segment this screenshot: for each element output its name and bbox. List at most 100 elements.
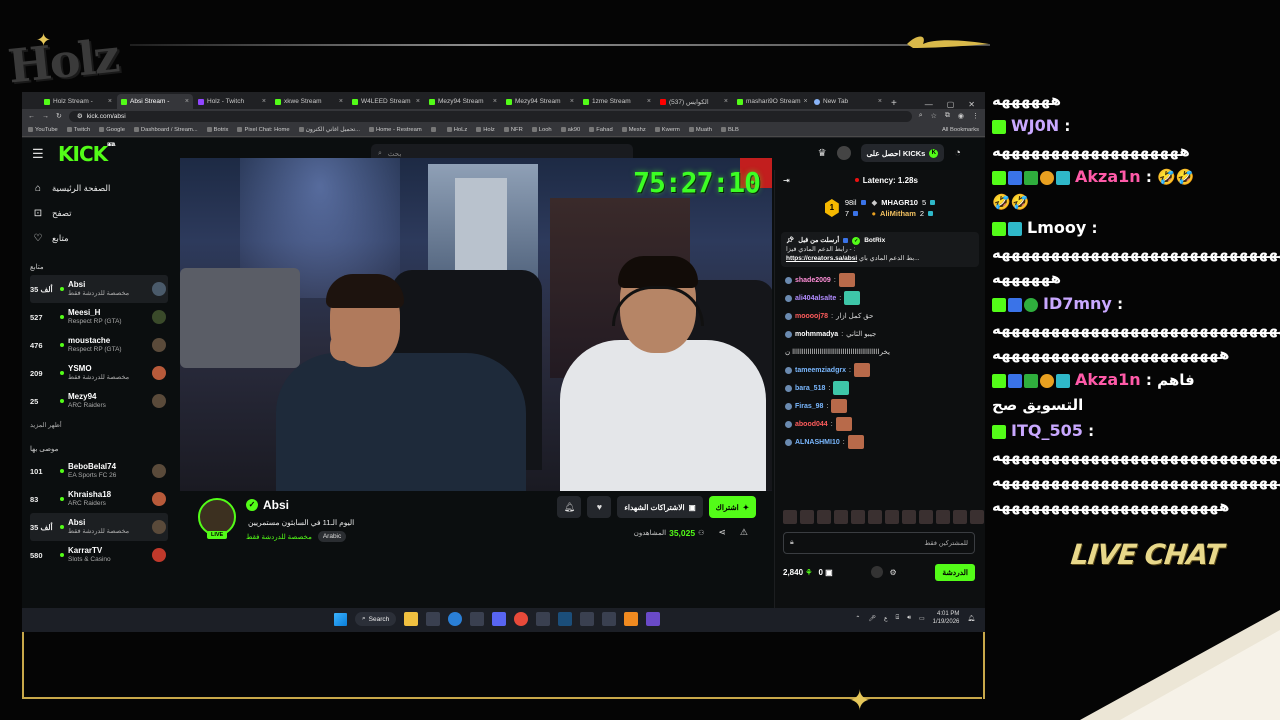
app-icon[interactable] (602, 612, 617, 626)
sidebar-channel[interactable]: 527 Meesi_H Respect RP (GTA) (30, 303, 168, 331)
browser-tab[interactable]: mashari9O Stream × (733, 94, 809, 109)
bookmark-item[interactable]: Botrix (206, 127, 228, 133)
close-tab-icon[interactable]: × (878, 98, 882, 105)
leaderboard-user[interactable]: AliMitham (880, 208, 916, 219)
pinned-user[interactable]: BotRix (864, 236, 885, 245)
app-icon[interactable] (470, 612, 485, 626)
close-tab-icon[interactable]: × (185, 98, 189, 105)
emote-button[interactable] (953, 510, 967, 524)
bookmark-item[interactable]: Kwerm (654, 127, 680, 133)
keyboard-lang[interactable]: ع (884, 615, 888, 622)
show-more-link[interactable]: أظهر المزيد (30, 421, 168, 433)
sidebar-channel[interactable]: 25 Mezy94 ARC Raiders (30, 387, 168, 415)
chat-username[interactable]: mohmmadya (795, 331, 838, 338)
bookmark-item[interactable]: Meshz (621, 127, 646, 133)
gift-subs-button[interactable]: الاشتراكات الشهداء ▣ (617, 496, 703, 518)
browser-tab[interactable]: Absi Stream - × (117, 94, 193, 109)
battery-icon[interactable]: ▭ (919, 615, 925, 622)
volume-icon[interactable]: 🔊︎ (907, 615, 911, 622)
sidebar-nav-item[interactable]: ⌂ الصفحة الرئيسية (30, 176, 168, 201)
sidebar-channel[interactable]: 209 YSMO مخصصة للدردشة فقط (30, 359, 168, 387)
forward-icon[interactable]: → (42, 113, 49, 120)
emote-button[interactable] (868, 510, 882, 524)
sidebar-channel[interactable]: 35 ألف Absi مخصصة للدردشة فقط (30, 275, 168, 303)
notification-icon[interactable]: 🔔︎ (967, 615, 975, 622)
pinned-message[interactable]: 📌︎ أرسلت من قبل ✓ BotRix رابط الدعم الما… (781, 232, 979, 268)
chat-username[interactable]: abood044 (795, 421, 828, 428)
minimize-icon[interactable]: — (925, 100, 933, 109)
leaderboard-user[interactable]: MHAGR10 (881, 197, 918, 208)
emote-button[interactable] (817, 510, 831, 524)
close-tab-icon[interactable]: × (493, 98, 497, 105)
zoom-icon[interactable]: ⌕ (919, 112, 923, 120)
user-avatar[interactable] (871, 566, 884, 578)
bookmark-item[interactable]: Dashboard / Stream... (133, 127, 198, 133)
emote-button[interactable] (936, 510, 950, 524)
sidebar-channel[interactable]: 580 KarrarTV Slots & Casino (30, 541, 168, 569)
video-player[interactable]: 75:27:10 (180, 158, 772, 491)
discord-icon[interactable] (492, 612, 507, 626)
bookmark-item[interactable]: تحميل اغاني الكترون... (298, 127, 360, 133)
sidebar-nav-item[interactable]: ♡ متابع (30, 226, 168, 251)
bookmark-item[interactable]: Looh (531, 127, 552, 133)
browser-tab[interactable]: Holz - Twitch × (194, 94, 270, 109)
browser-tab[interactable]: New Tab × (810, 94, 886, 109)
close-tab-icon[interactable]: × (262, 98, 266, 105)
microphone-icon[interactable]: 🎤︎ (868, 615, 876, 622)
bookmark-item[interactable]: Home - Restream (368, 127, 422, 133)
subscribe-button[interactable]: اشتراك ✦ (708, 496, 756, 518)
chat-username[interactable]: shade2009 (795, 277, 831, 284)
emote-button[interactable] (783, 510, 797, 524)
taskbar-clock[interactable]: 4:01 PM 1/19/2026 (933, 611, 960, 627)
browser-tab[interactable]: W4LEED Stream × (348, 94, 424, 109)
sidebar-nav-item[interactable]: ⊡ تصفح (30, 201, 168, 226)
extensions-icon[interactable]: ⧉ (945, 112, 950, 120)
chat-username[interactable]: bara_518 (795, 385, 825, 392)
bookmark-item[interactable]: Holz (476, 127, 495, 133)
obs-icon[interactable] (536, 612, 551, 626)
hamburger-menu-icon[interactable]: ☰ (32, 146, 52, 162)
reload-icon[interactable]: ↻ (56, 112, 62, 120)
tray-chevron-icon[interactable]: ⌃ (855, 615, 860, 622)
bookmark-item[interactable]: NFR (503, 127, 523, 133)
bookmark-star-icon[interactable]: ☆ (931, 112, 937, 120)
bookmark-item[interactable]: ak90 (560, 127, 580, 133)
profile-icon[interactable]: ◉ (958, 112, 964, 120)
notification-bell-icon[interactable]: ◔ (954, 147, 961, 159)
site-info-icon[interactable]: ⚙ (77, 112, 83, 120)
settings-gear-icon[interactable]: ⚙ (889, 568, 896, 577)
bookmark-item[interactable]: Fahad (589, 127, 613, 133)
edge-icon[interactable] (448, 612, 463, 626)
close-tab-icon[interactable]: × (339, 98, 343, 105)
all-bookmarks[interactable]: All Bookmarks (942, 127, 979, 133)
chat-input[interactable]: 🔒︎ للمشتركين فقط (783, 532, 975, 554)
share-icon[interactable]: ⋖ (718, 527, 726, 538)
stream-tag[interactable]: Arabic (317, 531, 347, 542)
sidebar-channel[interactable]: 35 ألف Absi مخصصة للدردشة فقط (30, 513, 168, 541)
browser-tab[interactable]: Holz Stream - × (40, 94, 116, 109)
windows-start-icon[interactable] (334, 612, 347, 626)
emote-button[interactable] (800, 510, 814, 524)
close-tab-icon[interactable]: × (647, 98, 651, 105)
close-tab-icon[interactable]: × (804, 98, 808, 105)
browser-tab[interactable]: (537) الكوايس × (656, 94, 732, 109)
app-icon[interactable] (646, 612, 661, 626)
bookmark-item[interactable] (430, 127, 438, 132)
bookmark-item[interactable]: BLB (720, 127, 739, 133)
collapse-chat-icon[interactable]: ⇥ (783, 176, 790, 185)
sidebar-channel[interactable]: 476 moustache Respect RP (GTA) (30, 331, 168, 359)
chat-username[interactable]: Firas_98 (795, 403, 823, 410)
close-tab-icon[interactable]: × (570, 98, 574, 105)
notification-bell-button[interactable]: 🔔︎ (557, 496, 582, 518)
stream-category[interactable]: مخصصة للدردشة فقط (246, 533, 312, 541)
report-icon[interactable]: ⚠ (740, 527, 748, 538)
close-tab-icon[interactable]: × (416, 98, 420, 105)
browser-tab[interactable]: xkwe Stream × (271, 94, 347, 109)
close-tab-icon[interactable]: × (724, 98, 728, 105)
menu-dots-icon[interactable]: ⋮ (972, 112, 979, 120)
avatar[interactable] (836, 146, 851, 160)
sidebar-channel[interactable]: 101 BeboBelal74 EA Sports FC 26 (30, 457, 168, 485)
emote-button[interactable] (851, 510, 865, 524)
chrome-icon[interactable] (514, 612, 529, 626)
emote-button[interactable] (919, 510, 933, 524)
